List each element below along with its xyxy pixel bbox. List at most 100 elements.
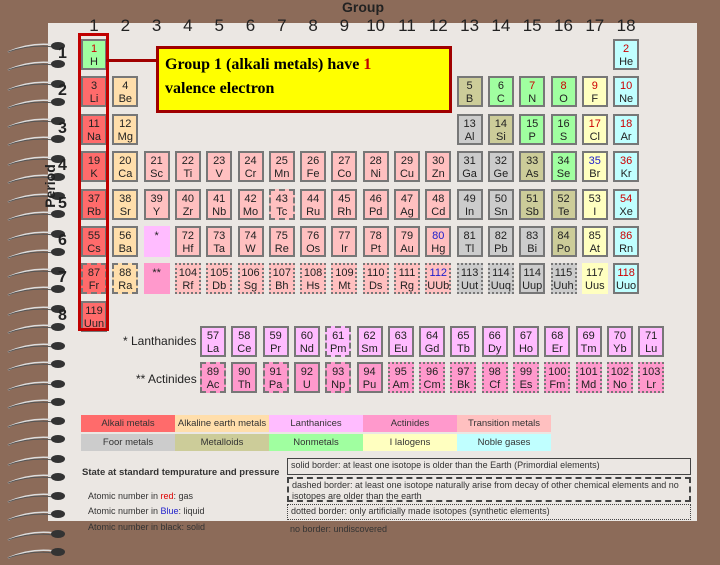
element-cell[interactable]: 81 Tl: [456, 226, 483, 257]
element-cell[interactable]: 22 Ti: [174, 151, 201, 183]
element-cell[interactable]: 23 V: [206, 151, 233, 183]
element-cell[interactable]: 59 Pr: [262, 326, 289, 357]
element-cell[interactable]: 46 Pd: [362, 188, 389, 220]
element-cell[interactable]: 114 Uup: [519, 263, 546, 295]
element-cell[interactable]: 92 U: [293, 362, 320, 393]
element-cell[interactable]: 17 Cl: [581, 113, 608, 145]
element-cell[interactable]: 53 I: [581, 188, 608, 220]
element-cell[interactable]: 38 Sr: [112, 188, 139, 220]
element-cell[interactable]: 76 Os: [300, 226, 327, 257]
element-cell[interactable]: 50 Sn: [487, 188, 514, 220]
element-cell[interactable]: 12 Mg: [112, 113, 139, 145]
element-cell[interactable]: 15 P: [519, 113, 546, 145]
element-cell[interactable]: 104 Rf: [174, 263, 201, 295]
element-cell[interactable]: 64 Gd: [419, 326, 446, 357]
element-cell[interactable]: 113 Uut: [456, 263, 483, 295]
element-cell[interactable]: 20 Ca: [112, 151, 139, 183]
element-cell[interactable]: 34 Se: [550, 151, 577, 183]
element-cell[interactable]: 45 Rh: [331, 188, 358, 220]
element-cell[interactable]: 115 Uuh: [550, 263, 577, 295]
element-cell[interactable]: 47 Ag: [394, 188, 420, 220]
element-cell[interactable]: 72 Hf: [174, 226, 201, 257]
element-cell[interactable]: 16 S: [550, 113, 577, 145]
element-cell[interactable]: 107 Bh: [268, 263, 295, 295]
element-cell[interactable]: 7N: [519, 76, 546, 108]
element-cell[interactable]: 108 Hs: [300, 263, 327, 295]
element-cell[interactable]: 56 Ba: [112, 226, 139, 257]
element-cell[interactable]: 48 Cd: [425, 188, 452, 220]
element-cell[interactable]: 35 Br: [581, 151, 608, 183]
element-cell[interactable]: 84 Po: [550, 226, 577, 257]
element-cell[interactable]: 63 Eu: [387, 326, 414, 357]
element-cell[interactable]: 91 Pa: [262, 362, 289, 393]
element-cell[interactable]: 110 Ds: [362, 263, 389, 295]
element-cell[interactable]: 86 Rn: [613, 226, 640, 257]
element-cell[interactable]: 100 Fm: [544, 362, 571, 393]
element-cell[interactable]: 80 Hg: [425, 226, 452, 257]
element-cell[interactable]: 58 Ce: [231, 326, 258, 357]
element-cell[interactable]: 65 Tb: [450, 326, 477, 357]
element-cell[interactable]: 14 Si: [487, 113, 514, 145]
element-cell[interactable]: 25 Mn: [268, 151, 295, 183]
element-cell[interactable]: 75 Re: [268, 226, 295, 257]
element-cell[interactable]: 96 Cm: [419, 362, 446, 393]
element-cell[interactable]: 69 Tm: [575, 326, 602, 357]
element-cell[interactable]: 101 Md: [575, 362, 602, 393]
element-cell[interactable]: 36 Kr: [613, 151, 640, 183]
element-cell[interactable]: 32 Ge: [487, 151, 514, 183]
element-cell[interactable]: 89 Ac: [200, 362, 226, 393]
element-cell[interactable]: 44 Ru: [300, 188, 327, 220]
element-cell[interactable]: 102 No: [606, 362, 633, 393]
element-cell[interactable]: 82 Pb: [487, 226, 514, 257]
element-cell[interactable]: 66 Dy: [481, 326, 508, 357]
element-cell[interactable]: 41 Nb: [206, 188, 233, 220]
element-cell[interactable]: 9F: [581, 76, 608, 108]
element-cell[interactable]: 10 Ne: [613, 76, 640, 108]
element-cell[interactable]: 43 Tc: [268, 188, 295, 220]
element-cell[interactable]: 70 Yb: [606, 326, 633, 357]
element-cell[interactable]: 30 Zn: [425, 151, 452, 183]
element-cell[interactable]: 21 Sc: [143, 151, 170, 183]
element-cell[interactable]: 52 Te: [550, 188, 577, 220]
element-cell[interactable]: 54 Xe: [613, 188, 640, 220]
element-cell[interactable]: 94 Pu: [356, 362, 383, 393]
element-cell[interactable]: 6C: [487, 76, 514, 108]
element-cell[interactable]: 117 Uus: [581, 263, 608, 295]
element-cell[interactable]: 77 Ir: [331, 226, 358, 257]
element-cell[interactable]: 13 Al: [456, 113, 483, 145]
element-cell[interactable]: 57 La: [200, 326, 226, 357]
element-cell[interactable]: 26 Fe: [300, 151, 327, 183]
element-cell[interactable]: 31 Ga: [456, 151, 483, 183]
element-cell[interactable]: 98 Cf: [481, 362, 508, 393]
element-cell[interactable]: 60 Nd: [293, 326, 320, 357]
element-cell[interactable]: 83 Bi: [519, 226, 546, 257]
element-cell[interactable]: 5B: [456, 76, 483, 108]
element-cell[interactable]: 90 Th: [231, 362, 258, 393]
element-cell[interactable]: 74 W: [237, 226, 264, 257]
element-cell[interactable]: 18 Ar: [613, 113, 640, 145]
element-cell[interactable]: 99 Es: [513, 362, 539, 393]
element-cell[interactable]: 67 Ho: [513, 326, 539, 357]
element-cell[interactable]: *: [143, 226, 170, 257]
element-cell[interactable]: 33 As: [519, 151, 546, 183]
element-cell[interactable]: 114 Uuq: [487, 263, 514, 295]
element-cell[interactable]: 40 Zr: [174, 188, 201, 220]
element-cell[interactable]: 78 Pt: [362, 226, 389, 257]
element-cell[interactable]: 112 UUb: [425, 263, 452, 295]
element-cell[interactable]: 29 Cu: [394, 151, 420, 183]
element-cell[interactable]: 79 Au: [394, 226, 420, 257]
element-cell[interactable]: 49 In: [456, 188, 483, 220]
element-cell[interactable]: 42 Mo: [237, 188, 264, 220]
element-cell[interactable]: 97 Bk: [450, 362, 477, 393]
element-cell[interactable]: 8O: [550, 76, 577, 108]
element-cell[interactable]: 51 Sb: [519, 188, 546, 220]
element-cell[interactable]: 71 Lu: [638, 326, 665, 357]
element-cell[interactable]: 73 Ta: [206, 226, 233, 257]
element-cell[interactable]: 4 Be: [112, 76, 139, 108]
element-cell[interactable]: 68 Er: [544, 326, 571, 357]
element-cell[interactable]: 93 Np: [325, 362, 352, 393]
element-cell[interactable]: 85 At: [581, 226, 608, 257]
element-cell[interactable]: 118 Uuo: [613, 263, 640, 295]
element-cell[interactable]: 111 Rg: [394, 263, 420, 295]
element-cell[interactable]: **: [143, 263, 170, 295]
